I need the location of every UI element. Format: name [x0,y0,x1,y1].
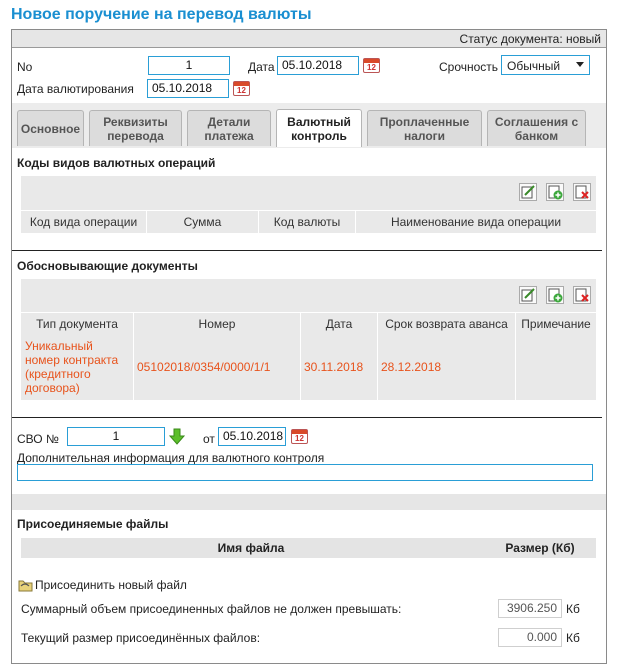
docs-col-date: Дата [325,317,353,331]
add-icon[interactable] [546,286,564,304]
tab-payment-details[interactable]: Детали платежа [187,110,271,146]
ops-col-amount: Сумма [183,215,222,229]
docs-col-advance-due: Срок возврата аванса [385,317,508,331]
calendar-day: 12 [237,86,246,95]
arrow-down-icon[interactable] [169,428,185,445]
docs-col-type: Тип документа [36,317,118,331]
docs-header-divider [21,312,596,313]
svo-calendar-icon[interactable]: 12 [291,429,308,444]
docs-section-title: Обосновывающие документы [17,259,198,273]
doc-number-cell: 05102018/0354/0000/1/1 [137,360,271,374]
urgency-value: Обычный [507,59,561,73]
files-section-title: Присоединяемые файлы [17,517,169,531]
tab-transfer-details[interactable]: Реквизиты перевода [89,110,182,146]
svo-from-label: от [203,432,215,446]
edit-icon[interactable] [519,286,537,304]
current-size-field: 0.000 [498,628,562,647]
attach-file-link[interactable]: Присоединить новый файл [35,578,187,592]
number-label: No [17,60,33,74]
date-field[interactable]: 05.10.2018 [277,56,359,75]
extra-info-field[interactable] [17,464,593,481]
docs-col-note: Примечание [521,317,591,331]
limit-unit: Кб [566,602,580,616]
limit-label: Суммарный объем присоединенных файлов не… [21,602,402,616]
calendar-day: 12 [295,434,304,443]
calendar-day: 12 [367,63,376,72]
date-calendar-icon[interactable]: 12 [363,58,380,73]
extra-info-label: Дополнительная информация для валютного … [17,451,325,465]
value-date-field[interactable]: 05.10.2018 [147,79,229,98]
tab-main[interactable]: Основное [17,110,84,146]
svo-label: СВО № [17,432,59,446]
status-bar: Статус документа: новый [12,30,606,48]
table-row[interactable]: Уникальный номер контракта (кредитного д… [21,334,596,400]
current-size-unit: Кб [566,631,580,645]
svo-number-field[interactable]: 1 [67,427,165,446]
current-size-label: Текущий размер присоединённых файлов: [21,631,261,645]
tab-bank-agreements[interactable]: Соглашения с банком [487,110,586,146]
delete-icon[interactable] [573,183,591,201]
files-col-name: Имя файла [217,541,285,555]
delete-icon[interactable] [573,286,591,304]
files-table-header: Имя файла Размер (Кб) [21,538,596,558]
add-icon[interactable] [546,183,564,201]
date-label: Дата [248,60,275,74]
tab-paid-taxes[interactable]: Проплаченные налоги [367,110,482,146]
page-title: Новое поручение на перевод валюты [11,6,312,23]
value-date-calendar-icon[interactable]: 12 [233,81,250,96]
tab-currency-control[interactable]: Валютный контроль [276,109,362,147]
urgency-select[interactable]: Обычный [501,55,590,75]
chevron-down-icon [576,62,584,67]
svo-date-field[interactable]: 05.10.2018 [218,427,286,446]
limit-field: 3906.250 [498,599,562,618]
ops-section-title: Коды видов валютных операций [17,156,216,170]
edit-icon[interactable] [519,183,537,201]
ops-col-code: Код вида операции [29,215,138,229]
docs-col-number: Номер [198,317,236,331]
files-col-size: Размер (Кб) [505,541,575,555]
ops-col-currency: Код валюты [273,215,341,229]
urgency-label: Срочность [439,60,499,74]
value-date-label: Дата валютирования [17,82,134,96]
section-divider [12,417,602,418]
ops-col-name: Наименование вида операции [390,215,562,229]
section-band [12,494,606,510]
section-divider [12,250,602,251]
document-status: Статус документа: новый [459,32,601,46]
doc-due-cell: 28.12.2018 [381,360,442,374]
attach-file-icon[interactable] [17,577,34,593]
doc-date-cell: 30.11.2018 [304,360,364,374]
number-field[interactable]: 1 [148,56,230,75]
ops-header-divider [21,210,596,211]
doc-type-cell: Уникальный номер контракта (кредитного д… [25,339,119,395]
